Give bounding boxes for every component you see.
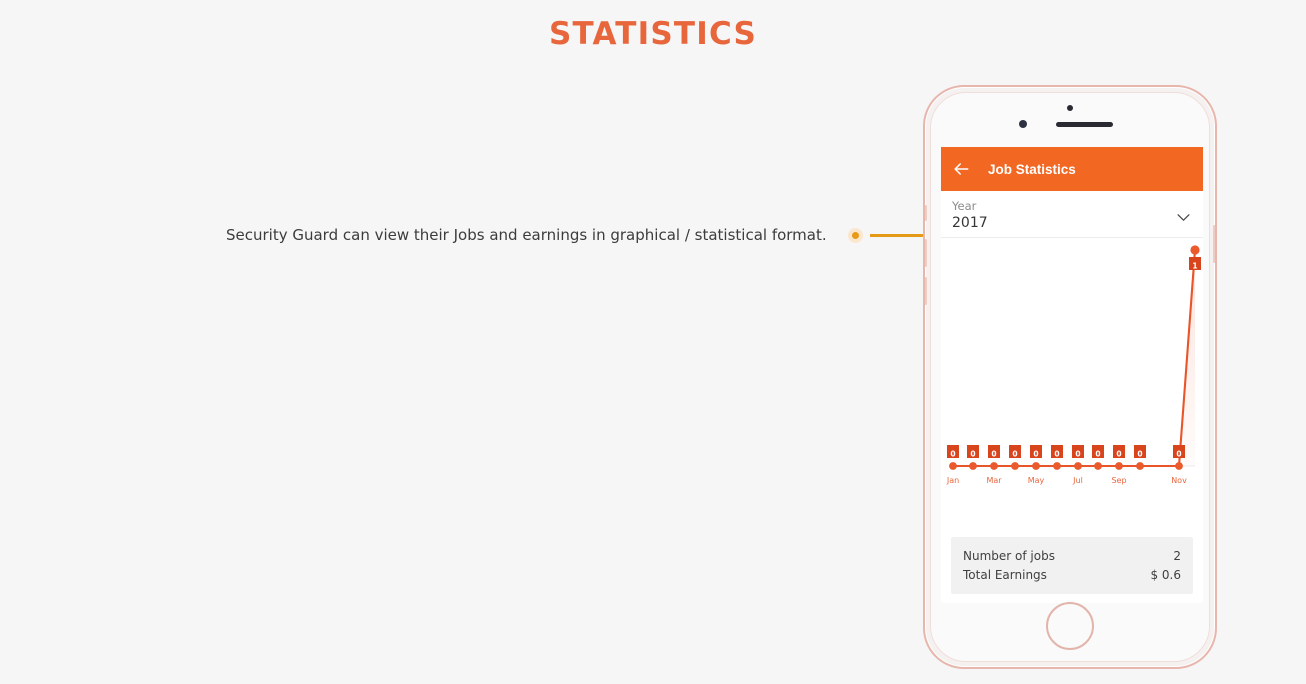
arrow-left-icon[interactable]	[951, 159, 971, 179]
x-tick-label: Jul	[1072, 476, 1083, 485]
year-selector[interactable]: Year 2017	[941, 191, 1203, 238]
app-bar: Job Statistics	[941, 147, 1203, 191]
point-label: 1	[1192, 262, 1197, 271]
x-tick-label: Mar	[986, 476, 1002, 485]
phone-volume-down-button	[925, 277, 927, 305]
point-label: 0	[1033, 450, 1038, 459]
x-tick-label: Sep	[1111, 476, 1126, 485]
chart-value-badges: 0 0 0 0 0 0 0 0 0 0 0 1	[947, 257, 1201, 459]
phone-mockup: Job Statistics Year 2017 0 0 0 0 0 0 0 0…	[923, 85, 1217, 669]
point-label: 0	[1176, 450, 1181, 459]
chart-x-tick-labels: Jan Mar May Jul Sep Nov	[946, 476, 1187, 485]
app-bar-title: Job Statistics	[988, 161, 1076, 177]
callout-marker-icon	[847, 227, 863, 243]
point-label: 0	[1095, 450, 1100, 459]
summary-label: Number of jobs	[963, 548, 1055, 563]
point-label: 0	[1116, 450, 1121, 459]
point-label: 0	[1137, 450, 1142, 459]
chart-line-series	[951, 248, 1197, 468]
job-statistics-chart: 0 0 0 0 0 0 0 0 0 0 0 1 Jan Mar May Jul …	[941, 238, 1203, 504]
summary-value: $ 0.6	[1150, 567, 1181, 582]
summary-label: Total Earnings	[963, 567, 1047, 582]
x-tick-label: May	[1028, 476, 1045, 485]
front-camera-icon	[1019, 120, 1027, 128]
point-label: 0	[950, 450, 955, 459]
summary-row-earnings: Total Earnings $ 0.6	[963, 565, 1181, 584]
earpiece-speaker	[1056, 122, 1113, 127]
point-label: 0	[1012, 450, 1017, 459]
callout-text: Security Guard can view their Jobs and e…	[226, 226, 827, 244]
summary-panel: Number of jobs 2 Total Earnings $ 0.6	[951, 537, 1193, 594]
point-label: 0	[1075, 450, 1080, 459]
phone-power-button	[1213, 225, 1215, 263]
page-title: STATISTICS	[549, 16, 757, 52]
point-label: 0	[1054, 450, 1059, 459]
app-screen: Job Statistics Year 2017 0 0 0 0 0 0 0 0…	[941, 147, 1203, 603]
summary-row-jobs: Number of jobs 2	[963, 546, 1181, 565]
chevron-down-icon[interactable]	[1176, 213, 1191, 222]
year-label: Year	[952, 199, 977, 213]
point-label: 0	[991, 450, 996, 459]
point-label: 0	[970, 450, 975, 459]
year-value: 2017	[952, 215, 988, 231]
chart-data-points	[949, 245, 1200, 470]
callout: Security Guard can view their Jobs and e…	[226, 226, 985, 244]
x-tick-label: Jan	[946, 476, 959, 485]
summary-value: 2	[1173, 548, 1181, 563]
home-button[interactable]	[1046, 602, 1094, 650]
x-tick-label: Nov	[1171, 476, 1187, 485]
phone-silent-switch	[925, 205, 927, 221]
rear-camera-icon	[1067, 105, 1073, 111]
chart-canvas: 0 0 0 0 0 0 0 0 0 0 0 1 Jan Mar May Jul …	[946, 245, 1201, 485]
phone-volume-up-button	[925, 239, 927, 267]
